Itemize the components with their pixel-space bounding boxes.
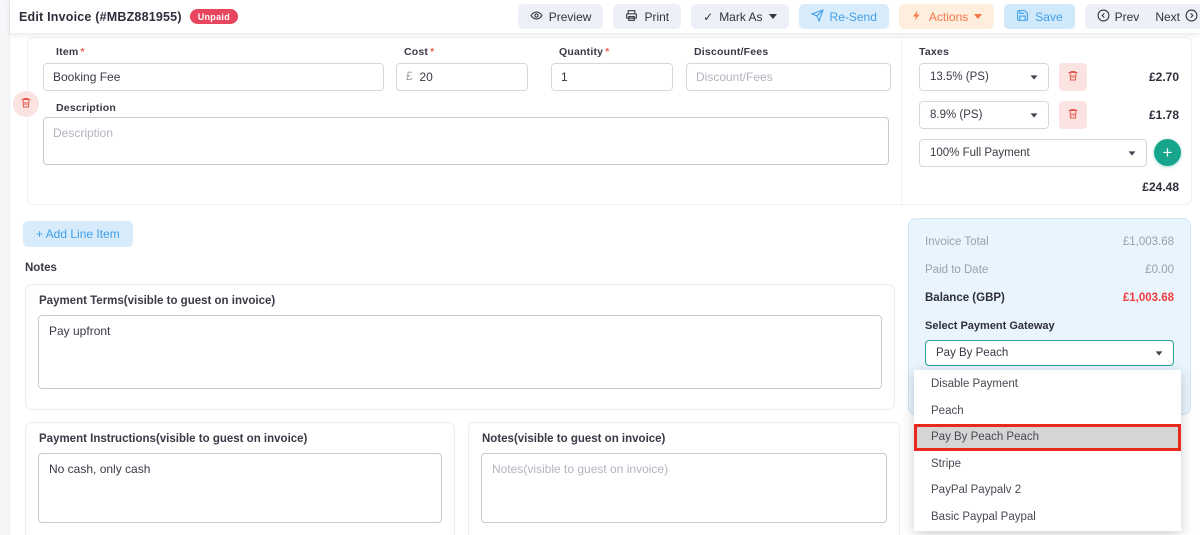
discount-input[interactable] <box>686 63 891 91</box>
add-tax-button[interactable]: + <box>1154 139 1181 166</box>
plus-icon: + <box>1162 143 1173 162</box>
item-label: Item * <box>56 46 85 58</box>
gateway-dropdown-menu: Disable Payment Peach Pay By Peach Peach… <box>914 370 1181 531</box>
prev-label: Prev <box>1114 9 1140 24</box>
cost-input-group: £ <box>396 63 528 91</box>
prev-button[interactable]: Prev <box>1097 9 1140 25</box>
save-button[interactable]: Save <box>1004 4 1075 29</box>
prev-circle-icon <box>1097 9 1110 25</box>
balance-label: Balance (GBP) <box>925 292 1005 304</box>
tax-select-1[interactable]: 13.5% (PS) <box>919 63 1049 91</box>
next-circle-icon <box>1185 9 1198 25</box>
cost-input[interactable] <box>419 70 518 84</box>
balance-value: £1,003.68 <box>1122 292 1174 304</box>
next-label: Next <box>1155 9 1180 24</box>
payment-schedule-value: 100% Full Payment <box>930 147 1030 159</box>
chevron-down-icon <box>1128 150 1136 156</box>
send-icon <box>810 8 824 25</box>
payment-instructions-textarea[interactable] <box>38 453 442 523</box>
line-item-card: Item* Cost* £ Quantity* Discount/Fees De… <box>27 37 1192 205</box>
page-title: Edit Invoice (#MBZ881955) <box>19 9 182 24</box>
payment-instructions-label: Payment Instructions(visible to guest on… <box>39 433 308 445</box>
payment-instructions-card: Payment Instructions(visible to guest on… <box>25 422 455 535</box>
payment-terms-label: Payment Terms(visible to guest on invoic… <box>39 295 276 307</box>
header: Edit Invoice (#MBZ881955) Unpaid Preview… <box>10 0 1200 33</box>
chevron-down-icon <box>768 14 777 19</box>
toolbar: Preview Print ✓ Mark As Re-Send Actions <box>517 4 1200 29</box>
chevron-down-icon <box>1030 74 1038 80</box>
invoice-total-label: Invoice Total <box>925 236 989 248</box>
menu-item-peach[interactable]: Peach <box>914 398 1181 425</box>
payment-schedule-select[interactable]: 100% Full Payment <box>919 139 1147 167</box>
paid-to-date-label: Paid to Date <box>925 264 989 276</box>
menu-item-pay-by-peach-peach[interactable]: Pay By Peach Peach <box>914 424 1181 451</box>
menu-item-paypal-paypalv-2[interactable]: PayPal Paypalv 2 <box>914 477 1181 504</box>
taxes-label: Taxes <box>919 46 949 58</box>
tax-select-2[interactable]: 8.9% (PS) <box>919 101 1049 129</box>
print-label: Print <box>644 9 670 24</box>
payment-terms-card: Payment Terms(visible to guest on invoic… <box>25 284 895 410</box>
chevron-down-icon <box>1155 350 1163 356</box>
tax-2-amount: £1.78 <box>1148 108 1179 122</box>
paid-to-date-value: £0.00 <box>1145 264 1174 276</box>
edit-invoice-page: Edit Invoice (#MBZ881955) Unpaid Preview… <box>0 0 1200 535</box>
chevron-down-icon <box>974 14 983 19</box>
save-label: Save <box>1035 9 1063 24</box>
next-button[interactable]: Next <box>1155 9 1198 25</box>
mark-as-label: Mark As <box>719 9 763 24</box>
mark-as-button[interactable]: ✓ Mark As <box>691 4 789 29</box>
actions-label: Actions <box>928 9 969 24</box>
trash-icon <box>1067 107 1079 123</box>
actions-button[interactable]: Actions <box>898 4 995 29</box>
eye-icon <box>530 9 543 25</box>
guest-notes-label: Notes(visible to guest on invoice) <box>482 433 666 445</box>
resend-label: Re-Send <box>829 9 877 24</box>
currency-symbol: £ <box>406 71 413 83</box>
description-label: Description <box>56 102 116 114</box>
status-badge: Unpaid <box>189 9 239 24</box>
preview-label: Preview <box>548 9 592 24</box>
quantity-input[interactable] <box>551 63 673 91</box>
lightning-icon <box>911 9 923 25</box>
delete-tax-1-button[interactable] <box>1059 63 1087 91</box>
notes-card: Notes(visible to guest on invoice) <box>468 422 900 535</box>
check-icon: ✓ <box>703 9 714 24</box>
menu-item-stripe[interactable]: Stripe <box>914 451 1181 478</box>
taxes-section: Taxes 13.5% (PS) £2.70 8.9% (PS) £1.78 1… <box>902 38 1191 204</box>
save-icon <box>1016 9 1029 25</box>
pagination-group: Prev Next <box>1084 4 1200 29</box>
resend-button[interactable]: Re-Send <box>798 4 889 29</box>
description-textarea[interactable] <box>43 117 889 165</box>
delete-line-item-button[interactable] <box>13 91 39 117</box>
delete-tax-2-button[interactable] <box>1059 101 1087 129</box>
invoice-total-value: £1,003.68 <box>1122 236 1174 248</box>
payment-terms-textarea[interactable] <box>38 315 882 389</box>
tax-2-value: 8.9% (PS) <box>930 109 983 121</box>
cost-label: Cost * <box>404 46 435 58</box>
trash-icon <box>20 96 32 112</box>
trash-icon <box>1067 69 1079 85</box>
gateway-selected-value: Pay By Peach <box>936 347 1009 359</box>
item-input[interactable] <box>43 63 384 91</box>
tax-1-value: 13.5% (PS) <box>930 71 989 83</box>
line-total: £24.48 <box>1142 180 1179 194</box>
guest-notes-textarea[interactable] <box>481 453 887 523</box>
quantity-label: Quantity * <box>559 46 610 58</box>
menu-item-disable-payment[interactable]: Disable Payment <box>914 371 1181 398</box>
tax-1-amount: £2.70 <box>1148 70 1179 84</box>
sidebar-edge <box>0 0 10 535</box>
gateway-select[interactable]: Pay By Peach <box>925 340 1174 366</box>
add-line-item-button[interactable]: + Add Line Item <box>23 221 133 247</box>
discount-label: Discount/Fees <box>694 46 769 58</box>
chevron-down-icon <box>1030 112 1038 118</box>
printer-icon <box>625 9 638 25</box>
menu-item-basic-paypal-paypal[interactable]: Basic Paypal Paypal <box>914 504 1181 531</box>
notes-heading: Notes <box>25 262 57 274</box>
gateway-label: Select Payment Gateway <box>925 320 1055 332</box>
preview-button[interactable]: Preview <box>517 4 604 29</box>
print-button[interactable]: Print <box>613 4 682 29</box>
